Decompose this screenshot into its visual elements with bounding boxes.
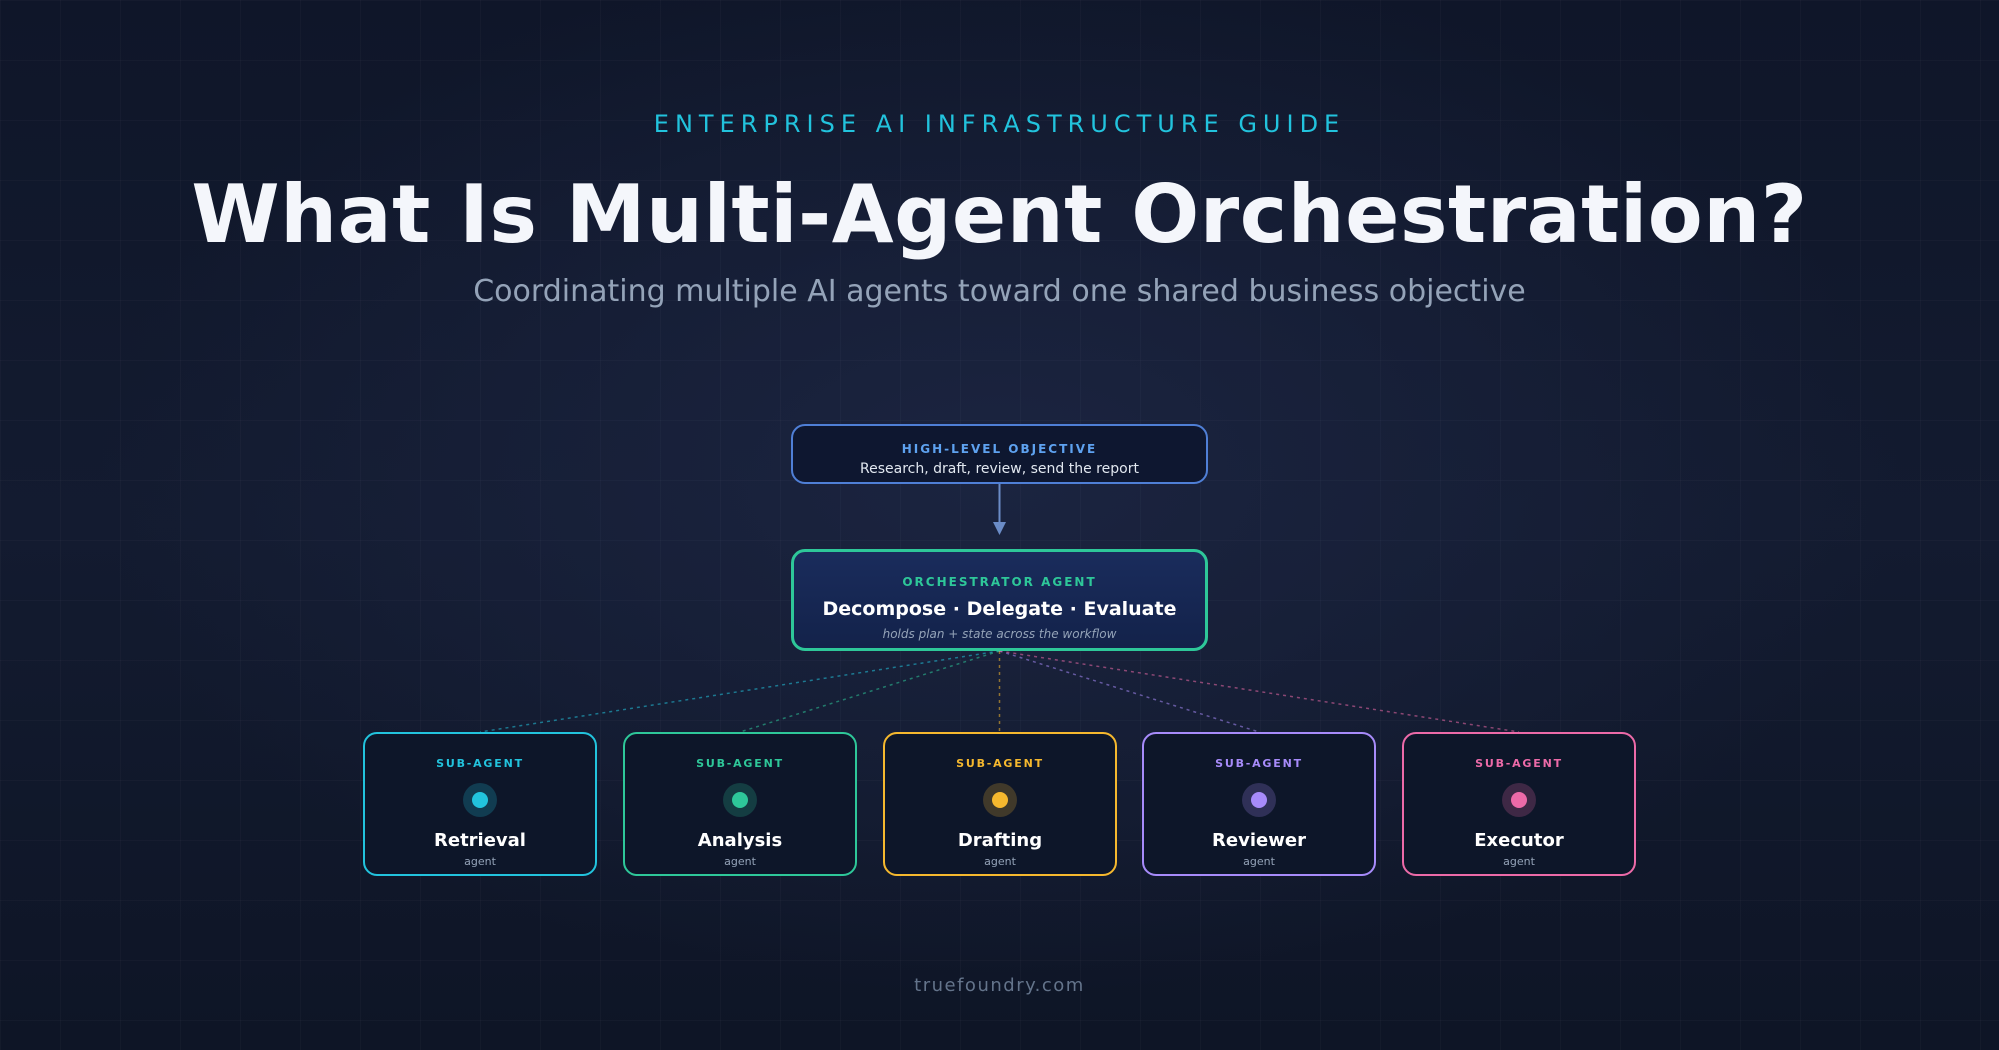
- orchestrator-note: holds plan + state across the workflow: [882, 627, 1117, 641]
- orchestrator-label: ORCHESTRATOR AGENT: [902, 575, 1097, 589]
- agent-sub: agent: [1503, 855, 1535, 868]
- agent-sub: agent: [984, 855, 1016, 868]
- footer-domain: truefoundry.com: [914, 975, 1085, 996]
- objective-box: HIGH-LEVEL OBJECTIVE Research, draft, re…: [791, 424, 1208, 484]
- agent-sub: agent: [464, 855, 496, 868]
- agent-card-retrieval: SUB-AGENT Retrieval agent: [363, 732, 597, 876]
- agent-name: Executor: [1474, 830, 1564, 851]
- objective-text: Research, draft, review, send the report: [860, 461, 1139, 477]
- agent-card-analysis: SUB-AGENT Analysis agent: [623, 732, 857, 876]
- agent-card-executor: SUB-AGENT Executor agent: [1402, 732, 1636, 876]
- agent-name: Analysis: [697, 830, 783, 851]
- agent-label: SUB-AGENT: [956, 757, 1044, 770]
- agent-dot-icon: [723, 783, 757, 817]
- link-retrieval: [479, 650, 1000, 733]
- link-analysis: [739, 650, 1000, 733]
- agent-label: SUB-AGENT: [1475, 757, 1563, 770]
- agent-dot-icon: [463, 783, 497, 817]
- link-executor: [999, 650, 1520, 733]
- agent-sub: agent: [724, 855, 756, 868]
- agent-dot-icon: [1242, 783, 1276, 817]
- agent-label: SUB-AGENT: [1215, 757, 1303, 770]
- objective-label: HIGH-LEVEL OBJECTIVE: [901, 442, 1098, 456]
- agent-card-drafting: SUB-AGENT Drafting agent: [883, 732, 1117, 876]
- agent-dot-icon: [983, 783, 1017, 817]
- arrowhead-icon: [993, 522, 1006, 535]
- agent-card-reviewer: SUB-AGENT Reviewer agent: [1142, 732, 1376, 876]
- agent-name: Drafting: [957, 830, 1043, 851]
- connector-lines: [479, 484, 1520, 733]
- agent-dot-icon: [1502, 783, 1536, 817]
- orchestrator-title: Decompose · Delegate · Evaluate: [822, 598, 1177, 620]
- agent-name: Retrieval: [434, 830, 526, 851]
- orchestrator-box: ORCHESTRATOR AGENT Decompose · Delegate …: [791, 549, 1208, 651]
- link-reviewer: [999, 650, 1260, 733]
- agent-name: Reviewer: [1212, 830, 1306, 851]
- agent-sub: agent: [1243, 855, 1275, 868]
- agent-label: SUB-AGENT: [696, 757, 784, 770]
- agent-label: SUB-AGENT: [436, 757, 524, 770]
